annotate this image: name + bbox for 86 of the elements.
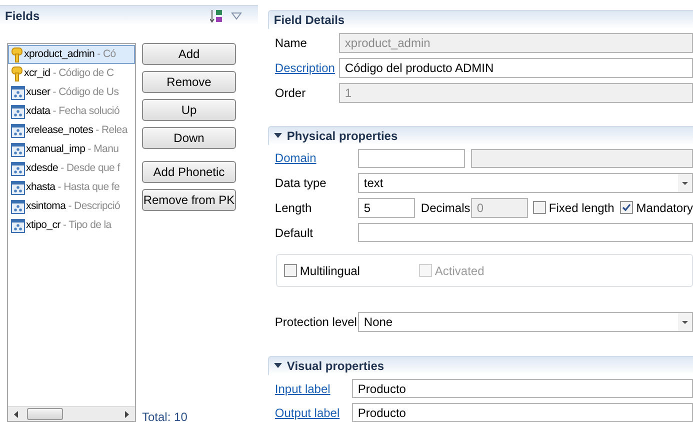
sort-icon[interactable] [210,8,224,22]
collapse-triangle-icon [274,133,282,139]
section-header: Field Details [268,10,693,29]
action-button[interactable]: Remove [142,71,236,93]
field-name: xrelease_notes [26,122,94,138]
action-button[interactable]: Remove from PK [142,189,236,211]
field-list-item[interactable]: xdata - Fecha solució [8,102,135,121]
action-button[interactable]: Up [142,99,236,121]
collapse-triangle-icon [274,363,282,370]
field-label: Length [274,200,313,217]
field-label-link[interactable]: Output label [274,404,352,422]
field-list-item[interactable]: xtipo_cr - Tipo de la [8,216,135,235]
length-field[interactable]: 5 [358,198,415,218]
checkbox-label: Multilingual [300,262,360,280]
data-type-select[interactable]: text [358,172,693,193]
field-description: - Manu [86,142,119,157]
field-description: - Descripció [67,198,120,214]
key-icon [11,46,23,62]
field-description: - Fecha solució [52,104,120,119]
checkbox[interactable] [532,201,546,214]
table-column-icon [11,180,25,194]
field-list-item[interactable]: xmanual_imp - Manu [8,140,135,159]
table-column-icon [11,86,25,100]
scroll-left-icon[interactable] [14,410,19,418]
scrollbar-thumb[interactable] [27,408,63,420]
field-name: xproduct_admin [24,46,95,62]
checkbox[interactable] [284,264,297,278]
section-header[interactable]: Visual properties [268,356,693,376]
field-list-item[interactable]: xcr_id - Código de C [8,64,135,83]
text-field[interactable]: Producto [352,379,693,398]
table-column-icon [11,142,25,156]
action-button[interactable]: Add [142,43,236,65]
checkbox-label: Activated [434,262,484,280]
panel-title: Fields [5,8,41,24]
field-label: Data type [274,174,328,192]
field-list-item[interactable]: xdesde - Desde que f [8,159,135,178]
field-description: - Có [96,46,116,62]
field-description: - Código de C [52,66,114,81]
table-column-icon [11,124,25,138]
field-label-link[interactable]: Input label [274,380,352,398]
dropdown-menu-icon[interactable] [230,12,242,20]
total-count: Total: 10 [142,410,188,422]
field-name: xsintoma [26,198,66,214]
field-name: xtipo_cr [26,218,60,233]
domain-description-field[interactable] [470,149,693,168]
checkbox-label: Fixed length [548,200,614,217]
checkbox-label: Mandatory [636,200,693,217]
field-list-item[interactable]: xrelease_notes - Relea [8,121,135,140]
field-list-item[interactable]: xproduct_admin - Có [8,45,135,64]
action-button[interactable]: Add Phonetic [142,161,236,183]
field-name: xcr_id [24,66,50,81]
field-list-item[interactable]: xuser - Código de Us [8,83,135,102]
field-description: - Hasta que fe [56,180,120,195]
field-label: Decimals [420,200,471,217]
field-label: Order [274,85,307,102]
table-column-icon [11,162,25,176]
field-description: - Desde que f [60,160,120,176]
field-list-item[interactable]: xhasta - Hasta que fe [8,178,135,197]
field-label-link[interactable]: Description [274,59,339,77]
field-name: xmanual_imp [26,142,86,157]
field-description: - Relea [94,122,128,138]
text-field[interactable]: Código del producto ADMIN [338,58,693,78]
field-label-link[interactable]: Domain [274,149,358,168]
field-name: xhasta [26,180,56,195]
field-list-item[interactable]: xsintoma - Descripció [8,197,135,216]
field-name: xdata [26,104,50,119]
field-label: Protection level [274,314,358,332]
table-column-icon [11,104,25,118]
domain-field[interactable] [358,149,465,168]
field-name: xdesde [26,160,58,176]
default-field[interactable] [358,222,693,242]
horizontal-scrollbar[interactable] [8,406,135,421]
protection-level-select[interactable]: None [358,312,693,332]
field-name: xuser [26,84,50,100]
checkbox[interactable] [620,201,634,214]
table-column-icon [11,218,25,232]
field-description: - Tipo de la [62,218,112,233]
section-header[interactable]: Physical properties [268,126,693,145]
field-label: Default [274,224,314,242]
key-icon [11,66,23,82]
field-description: - Código de Us [52,84,119,100]
text-field[interactable]: Producto [352,403,693,422]
action-button[interactable]: Down [142,127,236,149]
table-column-icon [11,200,25,214]
field-label: Name [274,35,308,52]
scroll-right-icon[interactable] [124,410,129,418]
